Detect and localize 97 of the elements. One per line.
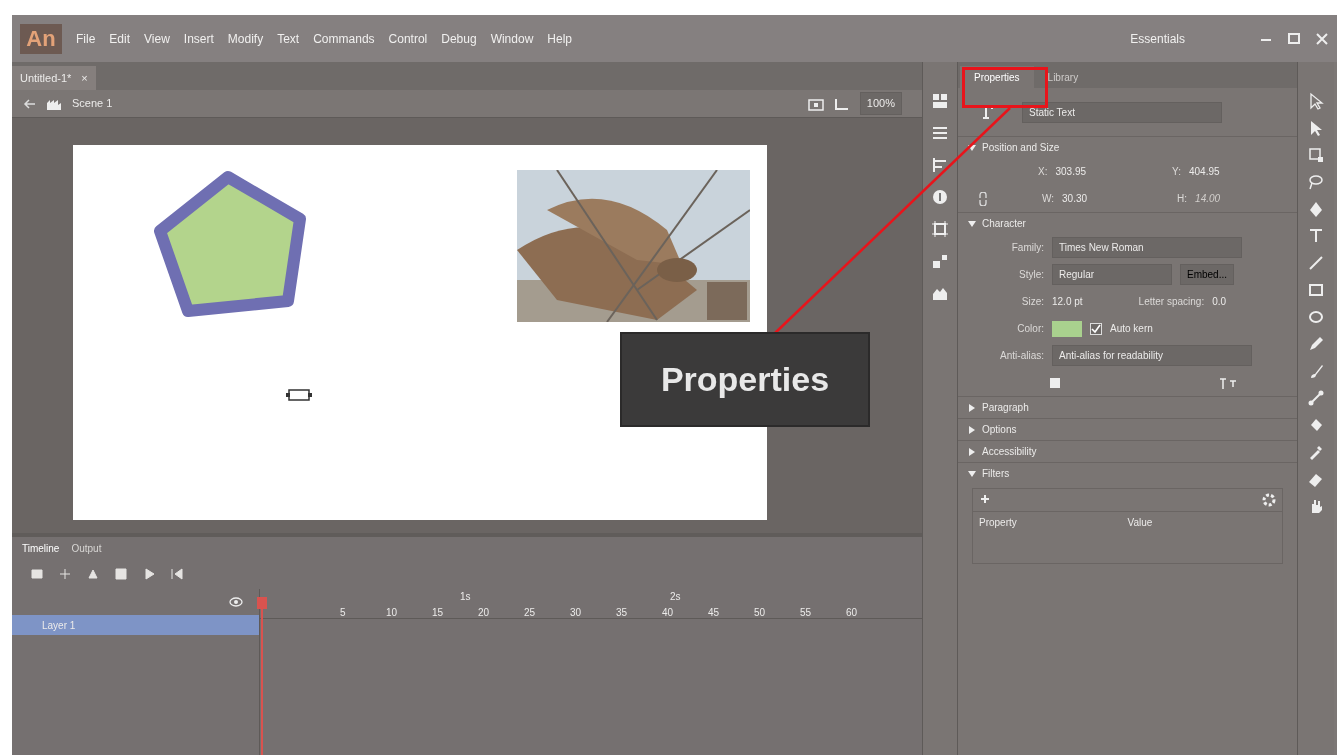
align-icon[interactable] [931,156,949,174]
info-icon[interactable] [931,188,949,206]
column-header: Property [979,516,1018,530]
section-header[interactable]: Filters [958,462,1297,484]
stage-center-icon[interactable] [807,96,824,111]
text-object [286,387,312,403]
frame-number: 25 [524,606,536,620]
field-label: X: [1038,165,1048,179]
add-icon[interactable] [58,567,72,581]
letter-spacing-value[interactable]: 0.0 [1212,294,1227,309]
section-header[interactable]: Options [958,418,1297,440]
callout-label: Properties [620,332,870,427]
menu-item[interactable]: Edit [109,29,131,48]
text-type-dropdown[interactable]: Static Text [1022,101,1222,123]
close-icon[interactable] [1315,31,1329,46]
tab-close-button[interactable]: × [81,69,88,87]
menu-item[interactable]: Help [547,29,572,48]
font-style-dropdown[interactable]: Regular [1052,264,1172,285]
frame-number: 15 [432,606,444,620]
bone-icon[interactable] [1307,389,1325,407]
menu-item[interactable]: Insert [183,29,214,48]
triangle-icon[interactable] [86,567,100,581]
frame-number: 55 [800,606,812,620]
field-label: Style: [1018,268,1044,282]
square-icon[interactable] [114,567,128,581]
menu-item[interactable]: Commands [313,29,375,48]
timeline-tab[interactable]: Output [71,540,102,556]
font-size-value[interactable]: 12.0 pt [1052,294,1083,309]
frame-number: 35 [616,606,628,620]
section-header[interactable]: Accessibility [958,440,1297,462]
frame-number: 60 [846,606,858,620]
zoom-field[interactable]: 100% [859,92,902,115]
x-value[interactable]: 303.95 [1055,164,1087,179]
frame-number: 5 [340,606,346,620]
play-icon[interactable] [142,567,156,581]
field-label: Family: [1010,241,1044,255]
settings-icon[interactable] [1262,493,1276,507]
field-label: Letter spacing: [1138,295,1205,309]
rectangle-icon[interactable] [1307,281,1325,299]
selection-arrow-icon[interactable] [1307,92,1325,110]
w-value[interactable]: 30.30 [1062,191,1088,206]
pencil-icon[interactable] [1307,335,1325,353]
field-label: H: [1177,192,1188,206]
ellipse-icon[interactable] [1307,308,1325,326]
frame-number: 40 [662,606,674,620]
library-icon[interactable] [931,92,949,110]
h-value: 14.00 [1195,192,1221,206]
section-header[interactable]: Character [958,212,1297,234]
app-logo: An [20,23,62,54]
anti-alias-dropdown[interactable]: Anti-alias for readability [1052,345,1252,366]
frame-number: 20 [478,606,490,620]
timeline-tab[interactable]: Timeline [22,540,60,556]
y-value[interactable]: 404.95 [1188,164,1220,179]
field-label: Anti-alias: [999,349,1044,363]
link-icon[interactable] [978,191,988,206]
column-header: Value [1127,516,1154,530]
line-icon[interactable] [1307,254,1325,272]
field-label: Color: [1016,322,1044,336]
panel-tab[interactable]: Library [1033,66,1093,88]
frame-number: 45 [708,606,720,620]
section-header[interactable]: Paragraph [958,396,1297,418]
maximize-icon[interactable] [1287,31,1301,46]
playhead[interactable] [257,597,267,755]
menu-item[interactable]: File [76,29,96,48]
lasso-icon[interactable] [1307,173,1325,191]
menu-item[interactable]: Debug [441,29,477,48]
grid-icon[interactable] [931,124,949,142]
menu-item[interactable]: Control [388,29,428,48]
menu-item[interactable]: View [144,29,170,48]
back-arrow-icon[interactable] [22,97,36,110]
menu-item[interactable]: Window [490,29,534,48]
transform-icon[interactable] [931,220,949,238]
frame-number: 30 [570,606,582,620]
menu-item[interactable]: Text [277,29,300,48]
color-swatch-icon[interactable] [931,252,949,270]
document-tab[interactable]: Untitled-1* × [12,66,96,90]
menu-item[interactable]: Modify [227,29,264,48]
field-label: W: [1042,192,1055,206]
eye-icon[interactable] [229,597,243,607]
frame-number: 10 [386,606,398,620]
checkbox-label: Auto kern [1110,322,1153,336]
embed-button[interactable]: Embed... [1180,264,1235,285]
layer-row[interactable]: Layer 1 [12,615,259,635]
seconds-label: 2s [670,590,681,604]
color-swatch[interactable] [1052,320,1082,337]
field-label: Y: [1172,165,1181,179]
seconds-label: 1s [460,590,471,604]
font-family-dropdown[interactable]: Times New Roman [1052,237,1242,258]
checked-checkbox[interactable] [1090,322,1102,335]
section-header[interactable]: Position and Size [958,136,1297,158]
text-tool-icon[interactable] [1307,227,1325,245]
field-label: Size: [1020,295,1044,309]
workspace-dropdown[interactable]: Essentials [1130,29,1185,48]
scene-name: Scene 1 [72,96,113,112]
frame-number: 50 [754,606,766,620]
rewind-icon[interactable] [170,567,184,581]
transform-icon[interactable] [1307,146,1325,164]
